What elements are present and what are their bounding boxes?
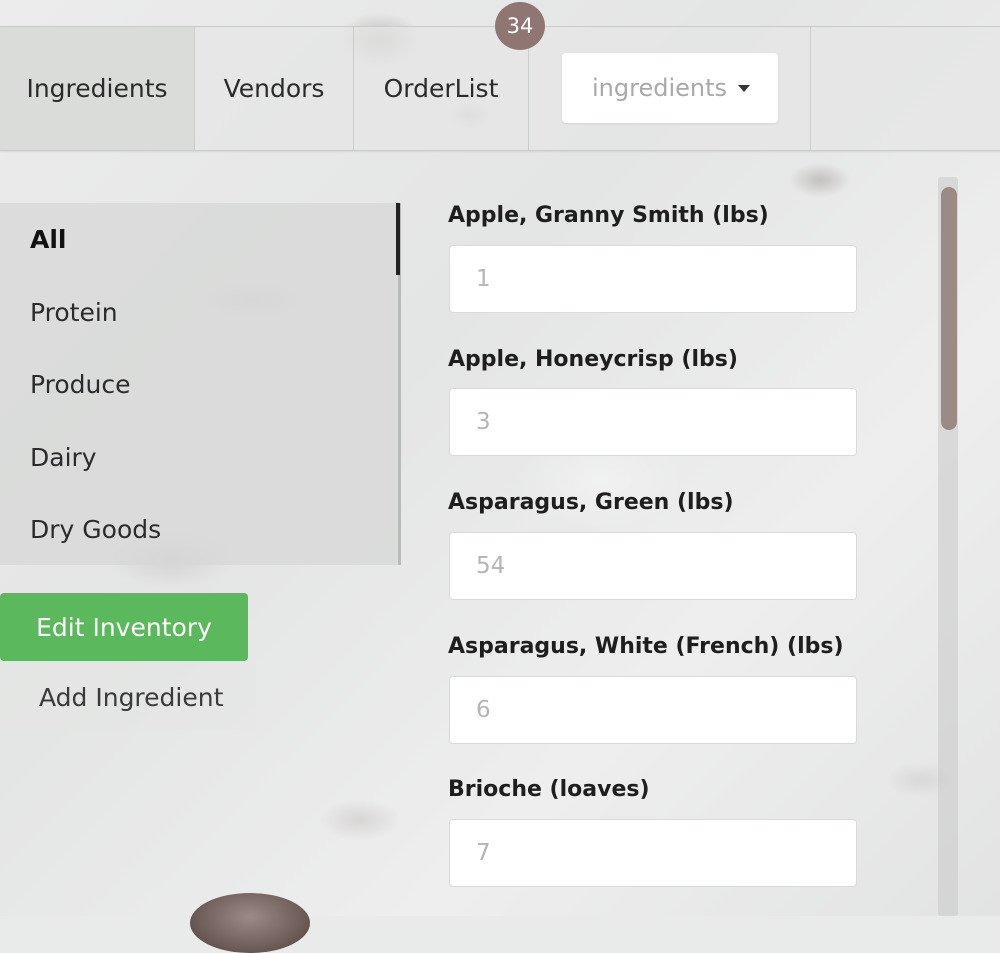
ingredient-label: Asparagus, Green (lbs) <box>448 490 734 515</box>
category-select-value: ingredients <box>592 74 728 102</box>
tab-orderlist-label: OrderList <box>383 74 499 103</box>
top-navigation: Ingredients Vendors OrderList <box>0 26 1000 151</box>
category-sidebar: All Protein Produce Dairy Dry Goods <box>0 203 401 565</box>
tab-ingredients-label: Ingredients <box>26 74 168 103</box>
sidebar-item-label: Protein <box>30 297 118 327</box>
add-ingredient-link[interactable]: Add Ingredient <box>0 664 256 730</box>
ingredient-label: Asparagus, White (French) (lbs) <box>448 634 844 659</box>
sidebar-item-label: Produce <box>30 369 131 399</box>
ingredient-quantity-placeholder: 1 <box>476 266 491 292</box>
ingredient-quantity-input[interactable]: 54 <box>449 532 857 600</box>
sidebar-active-indicator <box>396 203 400 275</box>
background-bowl-image <box>190 893 310 953</box>
ingredient-quantity-input[interactable]: 6 <box>449 676 857 744</box>
orderlist-count-badge: 34 <box>495 2 545 50</box>
ingredient-label: Brioche (loaves) <box>448 777 650 802</box>
nav-divider <box>810 27 811 150</box>
tab-vendors[interactable]: Vendors <box>195 27 354 150</box>
ingredient-label: Apple, Honeycrisp (lbs) <box>448 347 738 372</box>
add-ingredient-label: Add Ingredient <box>39 682 224 712</box>
sidebar-item-label: Dairy <box>30 442 97 472</box>
tab-vendors-label: Vendors <box>223 74 325 103</box>
scrollbar-thumb[interactable] <box>941 187 957 430</box>
ingredient-quantity-placeholder: 6 <box>476 697 491 723</box>
sidebar-item-all[interactable]: All <box>0 203 398 275</box>
ingredient-quantity-input[interactable]: 7 <box>449 819 857 887</box>
sidebar-item-produce[interactable]: Produce <box>0 348 398 420</box>
caret-down-icon <box>738 85 750 92</box>
tab-ingredients[interactable]: Ingredients <box>0 27 195 150</box>
category-select[interactable]: ingredients <box>562 53 778 123</box>
sidebar-item-protein[interactable]: Protein <box>0 276 398 348</box>
tab-orderlist[interactable]: OrderList <box>354 27 529 150</box>
sidebar-item-dairy[interactable]: Dairy <box>0 421 398 493</box>
ingredient-quantity-input[interactable]: 1 <box>449 245 857 313</box>
ingredient-label: Apple, Granny Smith (lbs) <box>448 203 769 228</box>
ingredient-quantity-placeholder: 7 <box>476 840 491 866</box>
ingredient-quantity-placeholder: 54 <box>476 553 506 579</box>
ingredient-quantity-placeholder: 3 <box>476 409 491 435</box>
sidebar-item-label: Dry Goods <box>30 514 162 544</box>
edit-inventory-button[interactable]: Edit Inventory <box>0 593 248 661</box>
sidebar-item-label: All <box>30 224 67 254</box>
sidebar-item-dry-goods[interactable]: Dry Goods <box>0 493 398 565</box>
ingredient-quantity-input[interactable]: 3 <box>449 388 857 456</box>
